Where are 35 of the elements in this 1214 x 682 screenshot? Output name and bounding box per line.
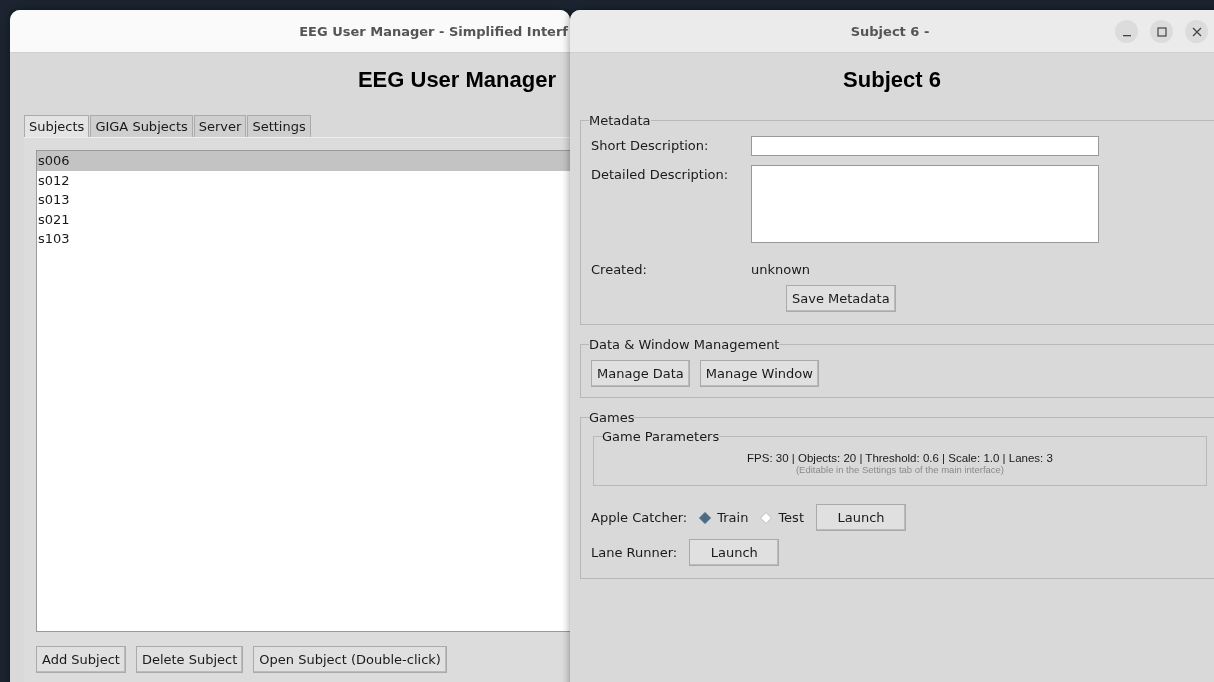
subject-item[interactable]: s021 [37, 209, 570, 229]
window-title: EEG User Manager - Simplified Interf [299, 23, 568, 39]
parameters-note: (Editable in the Settings tab of the main interface) [794, 464, 1006, 475]
subject-item[interactable]: s012 [37, 170, 570, 190]
tab[interactable]: Settings [247, 115, 311, 137]
subject-item[interactable]: s013 [37, 190, 570, 210]
app-heading: EEG User Manager [357, 67, 556, 93]
mode-radio[interactable]: Train [699, 510, 749, 525]
game-label: Lane Runner: [591, 545, 678, 560]
tab[interactable]: GIGA Subjects [90, 115, 193, 137]
created-value: unknown [751, 261, 812, 277]
action-button[interactable]: Delete Subject [135, 646, 244, 673]
mode-radio[interactable]: Test [760, 510, 804, 525]
subject-item[interactable]: s103 [37, 229, 570, 249]
frame-title: Data & Window Management [589, 337, 780, 352]
action-button[interactable]: Open Subject (Double-click) [253, 646, 447, 673]
launch-button[interactable]: Launch [816, 504, 906, 531]
frame-title: Games [589, 410, 635, 425]
manage-button[interactable]: Manage Data [591, 360, 690, 387]
action-button[interactable]: Add Subject [36, 646, 126, 673]
tab[interactable]: Server [193, 115, 247, 137]
field-label: Created: [591, 261, 648, 277]
game-label: Apple Catcher: [591, 510, 688, 525]
dialog-heading: Subject 6 [843, 67, 941, 93]
subject-item[interactable]: s006 [37, 151, 570, 171]
launch-button[interactable]: Launch [689, 539, 780, 566]
parameters-summary: FPS: 30 | Objects: 20 | Threshold: 0.6 | Scale: 1.0 | Lanes: 3 [746, 452, 1054, 464]
save-metadata-button[interactable]: Save Metadata [786, 285, 896, 312]
window-title: Subject 6 - [850, 23, 930, 39]
tab[interactable]: Subjects [24, 115, 90, 137]
field-label: Detailed Description: [591, 166, 730, 182]
frame-title: Metadata [589, 113, 651, 128]
field-label: Short Description: [591, 137, 710, 153]
frame-title: Game Parameters [602, 429, 720, 444]
manage-button[interactable]: Manage Window [699, 360, 819, 387]
